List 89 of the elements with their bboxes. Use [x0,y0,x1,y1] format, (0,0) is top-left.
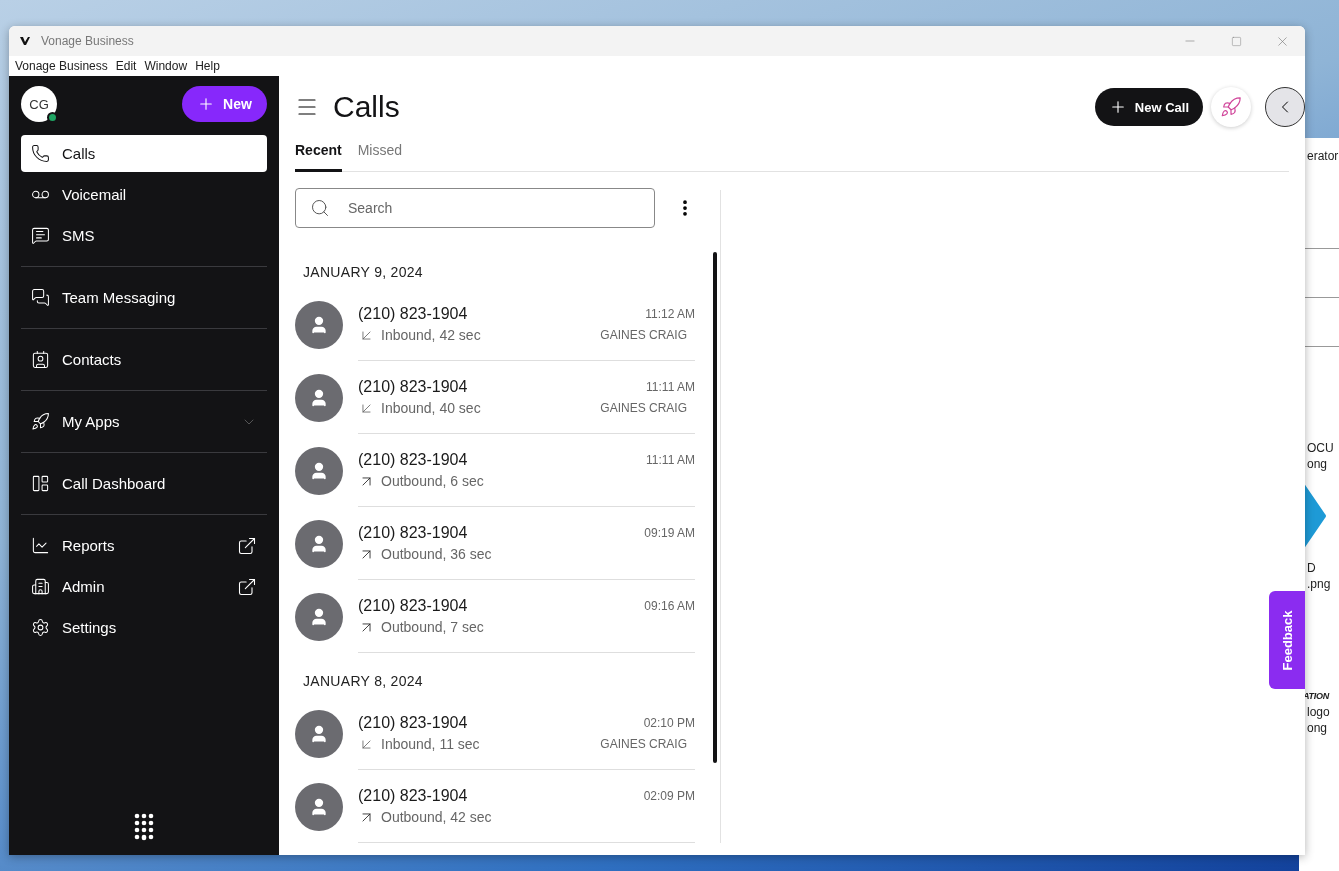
menu-item[interactable]: Window [144,59,194,73]
background-text: ong [1307,720,1329,736]
avatar [295,300,343,349]
rocket-icon [1220,96,1242,118]
phone-number: (210) 823-1904 [358,786,468,805]
menu-item[interactable]: Vonage Business [15,59,114,73]
call-summary: Outbound, 7 sec [381,619,484,635]
collapse-button[interactable] [1265,87,1305,127]
dialpad-icon[interactable] [133,813,155,841]
phone-number: (210) 823-1904 [358,596,468,615]
gear-icon [31,618,50,637]
date-heading: JANUARY 9, 2024 [303,264,424,280]
call-row[interactable]: (210) 823-1904 02:10 PM Inbound, 11 sec GAINES CRAIG [295,697,695,770]
building-icon [31,577,50,596]
chat-bubbles-icon [31,288,50,307]
page-title: Calls [333,90,401,124]
call-time: 09:16 AM [644,598,695,613]
tab[interactable]: Missed [357,138,403,172]
nav-item[interactable]: Admin [21,568,267,605]
call-row[interactable]: (210) 823-1904 09:16 AM Outbound, 7 sec [295,580,695,653]
call-time: 09:19 AM [644,525,695,540]
background-text: OCU [1307,440,1335,456]
avatar [295,709,343,758]
external-link-icon [237,576,257,597]
rocket-button[interactable] [1211,87,1251,127]
nav-item[interactable]: Settings [21,609,267,646]
nav-item[interactable]: Voicemail [21,176,267,213]
call-time: 11:11 AM [646,452,695,467]
search-field[interactable]: Search [295,188,655,228]
date-heading: JANUARY 8, 2024 [303,673,424,689]
call-time: 02:09 PM [643,788,695,803]
avatar [295,519,343,568]
call-summary: Outbound, 36 sec [381,546,492,562]
background-text: ong [1307,456,1329,472]
call-summary: Outbound, 42 sec [381,809,492,825]
background-text: .png [1307,576,1332,592]
call-time: 11:11 AM [646,379,695,394]
background-text: ATION [1303,690,1331,703]
avatar[interactable]: CG [21,86,57,122]
call-row[interactable]: (210) 823-1904 02:09 PM Outbound, 42 sec [295,770,695,843]
phone-number: (210) 823-1904 [358,304,468,323]
call-time: 02:10 PM [643,715,695,730]
search-icon [310,198,330,218]
external-link-icon [237,535,257,556]
scrollbar[interactable] [713,252,717,763]
nav-item[interactable]: Reports [21,527,267,564]
nav-item[interactable]: Calls [21,135,267,172]
line-chart-icon [31,536,50,555]
call-row[interactable]: (210) 823-1904 11:12 AM Inbound, 42 sec GAINES CRAIG [295,288,695,361]
call-time: 11:12 AM [645,306,695,321]
background-text: erator [1307,148,1339,164]
nav-item[interactable]: SMS [21,217,267,254]
window-title: Vonage Business [41,34,135,48]
call-summary: Inbound, 11 sec [381,736,480,752]
call-summary: Inbound, 42 sec [381,327,481,343]
call-row[interactable]: (210) 823-1904 11:11 AM Inbound, 40 sec GAINES CRAIG [295,361,695,434]
nav-item[interactable]: Call Dashboard [21,465,267,502]
rocket-icon [31,412,50,431]
feedback-tab[interactable]: Feedback [1269,591,1305,689]
tab[interactable]: Recent [295,138,342,172]
menu-item[interactable]: Help [195,59,226,73]
call-summary: Inbound, 40 sec [381,400,481,416]
contact-card-icon [31,350,50,369]
background-text: logo [1307,704,1331,720]
new-button[interactable]: New [182,86,267,122]
avatar [295,373,343,422]
call-row[interactable]: (210) 823-1904 11:11 AM Outbound, 6 sec [295,434,695,507]
layout-icon [31,474,50,493]
caller-name: GAINES CRAIG [600,737,687,751]
nav-item[interactable]: Contacts [21,341,267,378]
background-text: D [1307,560,1317,576]
avatar [295,592,343,641]
nav-item[interactable]: Team Messaging [21,279,267,316]
phone-number: (210) 823-1904 [358,713,468,732]
message-icon [31,226,50,245]
phone-number: (210) 823-1904 [358,377,468,396]
phone-number: (210) 823-1904 [358,523,468,542]
avatar [295,446,343,495]
caller-name: GAINES CRAIG [600,328,687,342]
caller-name: GAINES CRAIG [600,401,687,415]
phone-number: (210) 823-1904 [358,450,468,469]
menu-item[interactable]: Edit [115,59,143,73]
logo-icon [19,35,31,47]
call-row[interactable]: (210) 823-1904 09:19 AM Outbound, 36 sec [295,507,695,580]
call-summary: Outbound, 6 sec [381,473,484,489]
nav-item[interactable]: My Apps [21,403,267,440]
new-call-button[interactable]: New Call [1094,88,1203,126]
phone-icon [31,144,50,163]
avatar [295,782,343,831]
